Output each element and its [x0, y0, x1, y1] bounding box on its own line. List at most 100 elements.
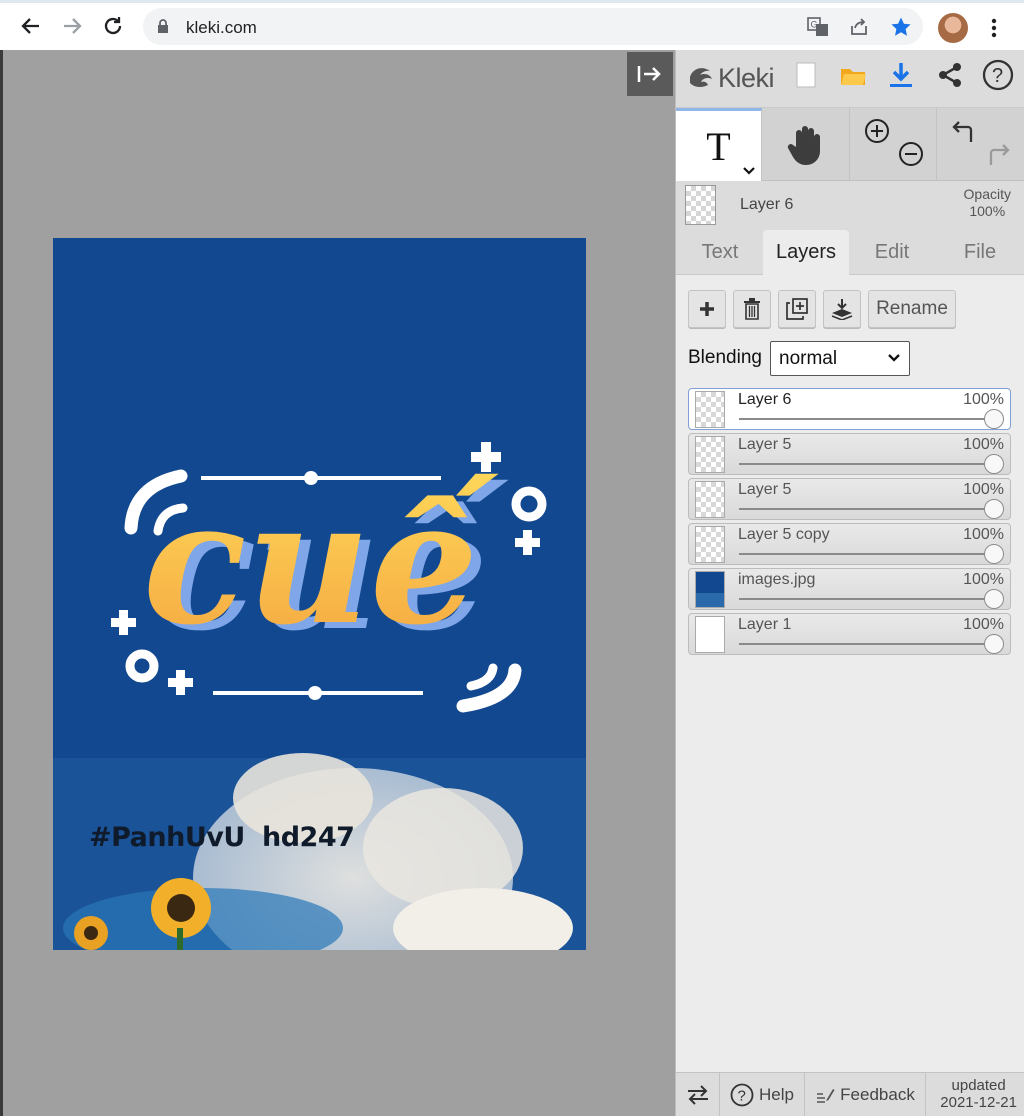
layer-thumbnail	[695, 436, 725, 473]
brand-name: Kleki	[718, 62, 775, 93]
layer-opacity: 100%	[963, 616, 1004, 633]
hand-tool-icon[interactable]	[762, 108, 850, 181]
add-layer-button[interactable]	[688, 290, 726, 328]
translate-icon[interactable]: G	[805, 14, 831, 40]
current-layer-info: Layer 6 Opacity 100%	[676, 181, 1024, 229]
opacity-indicator[interactable]: Opacity 100%	[964, 186, 1011, 220]
delete-layer-button[interactable]	[733, 290, 771, 328]
panel-tabs: Text Layers Edit File	[676, 230, 1024, 275]
layer-opacity-handle[interactable]	[984, 499, 1004, 519]
layer-opacity: 100%	[963, 436, 1004, 453]
address-bar[interactable]: kleki.com G	[143, 8, 923, 45]
blending-select[interactable]: normal	[770, 341, 910, 376]
share-page-icon[interactable]	[846, 14, 872, 40]
swap-side-icon[interactable]	[676, 1073, 720, 1116]
collapse-panel-icon[interactable]	[627, 52, 673, 96]
blending-label: Blending	[688, 347, 762, 368]
layer-opacity-slider[interactable]	[739, 508, 995, 510]
blending-value: normal	[779, 347, 838, 369]
layer-name: Layer 1	[738, 616, 792, 633]
app-toolbar: Kleki ?	[676, 50, 1024, 108]
layer-opacity-handle[interactable]	[984, 589, 1004, 609]
reload-icon[interactable]	[96, 9, 130, 43]
layer-name: Layer 5	[738, 481, 792, 498]
kleki-logo-icon	[690, 68, 712, 87]
layer-row[interactable]: Layer 6 100%	[688, 388, 1011, 430]
menu-icon[interactable]	[983, 15, 1005, 41]
feedback-icon	[817, 1089, 835, 1103]
layer-opacity-slider[interactable]	[739, 553, 995, 555]
updated-label: updated	[951, 1077, 1006, 1094]
layer-opacity-handle[interactable]	[984, 454, 1004, 474]
layer-row[interactable]: Layer 5 100%	[688, 478, 1011, 520]
layer-name: Layer 6	[738, 391, 792, 408]
duplicate-icon	[786, 298, 808, 320]
zoom-controls	[850, 108, 937, 181]
updated-info: updated 2021-12-21	[940, 1077, 1017, 1111]
layer-opacity: 100%	[963, 481, 1004, 498]
tab-text[interactable]: Text	[682, 230, 758, 275]
layer-row[interactable]: Layer 5 100%	[688, 433, 1011, 475]
duplicate-layer-button[interactable]	[778, 290, 816, 328]
help-circle-icon: ?	[730, 1083, 754, 1107]
text-tool-icon[interactable]: T	[676, 108, 762, 181]
updated-date: 2021-12-21	[940, 1094, 1017, 1111]
rename-button[interactable]: Rename	[868, 290, 956, 328]
artwork-canvas[interactable]: cuế cuế #PanhUvU hd247	[53, 238, 586, 950]
layer-opacity-handle[interactable]	[984, 634, 1004, 654]
layer-opacity-slider[interactable]	[739, 463, 995, 465]
svg-text:?: ?	[992, 65, 1003, 87]
trash-icon	[744, 298, 760, 320]
layer-row[interactable]: Layer 5 copy 100%	[688, 523, 1011, 565]
history-controls	[937, 108, 1024, 181]
kleki-logo[interactable]: Kleki	[686, 58, 775, 98]
artwork-caption-right: hd247	[262, 822, 355, 853]
current-layer-name: Layer 6	[740, 196, 794, 213]
help-button[interactable]: ? Help	[720, 1073, 805, 1116]
lock-icon	[157, 19, 169, 38]
back-icon[interactable]	[14, 9, 48, 43]
opacity-label: Opacity	[963, 186, 1011, 202]
layer-thumbnail	[695, 526, 725, 563]
layer-opacity-slider[interactable]	[739, 418, 995, 420]
plus-icon	[700, 302, 714, 316]
layer-name: Layer 5	[738, 436, 792, 453]
undo-icon[interactable]	[951, 118, 977, 144]
chevron-down-icon[interactable]	[743, 167, 755, 175]
layer-opacity-handle[interactable]	[984, 409, 1004, 429]
side-panel: Kleki ? T Layer 6 Opacity 100% Text Laye…	[675, 50, 1024, 1116]
redo-icon[interactable]	[985, 141, 1011, 167]
star-icon[interactable]	[888, 14, 914, 40]
layer-row[interactable]: images.jpg 100%	[688, 568, 1011, 610]
layer-opacity: 100%	[963, 526, 1004, 543]
merge-down-button[interactable]	[823, 290, 861, 328]
tab-file[interactable]: File	[940, 230, 1020, 275]
help-label: Help	[759, 1085, 794, 1104]
zoom-out-icon[interactable]	[898, 141, 924, 167]
svg-text:?: ?	[738, 1088, 746, 1105]
artwork-title-text: cuế	[143, 463, 499, 663]
chevron-down-icon	[888, 354, 900, 362]
share-icon[interactable]	[933, 58, 967, 92]
forward-icon[interactable]	[55, 9, 89, 43]
feedback-button[interactable]: Feedback	[805, 1073, 926, 1116]
tab-edit[interactable]: Edit	[854, 230, 930, 275]
download-icon[interactable]	[884, 58, 918, 92]
layer-opacity-handle[interactable]	[984, 544, 1004, 564]
layer-thumbnail	[695, 616, 725, 653]
help-icon[interactable]: ?	[981, 58, 1015, 92]
opacity-value: 100%	[969, 203, 1006, 219]
url-text: kleki.com	[186, 18, 257, 37]
layer-row[interactable]: Layer 1 100%	[688, 613, 1011, 655]
avatar[interactable]	[938, 13, 968, 43]
layer-opacity: 100%	[963, 571, 1004, 588]
zoom-in-icon[interactable]	[864, 118, 890, 144]
new-file-icon[interactable]	[789, 58, 823, 92]
layer-opacity-slider[interactable]	[739, 598, 995, 600]
panel-footer: ? Help Feedback updated 2021-12-21	[676, 1072, 1024, 1116]
layers-tab-content: Rename Blending normal Layer 6 100% Laye…	[676, 275, 1024, 1075]
layer-thumbnail	[695, 391, 725, 428]
layer-opacity-slider[interactable]	[739, 643, 995, 645]
open-folder-icon[interactable]	[836, 58, 870, 92]
tab-layers[interactable]: Layers	[763, 230, 849, 275]
